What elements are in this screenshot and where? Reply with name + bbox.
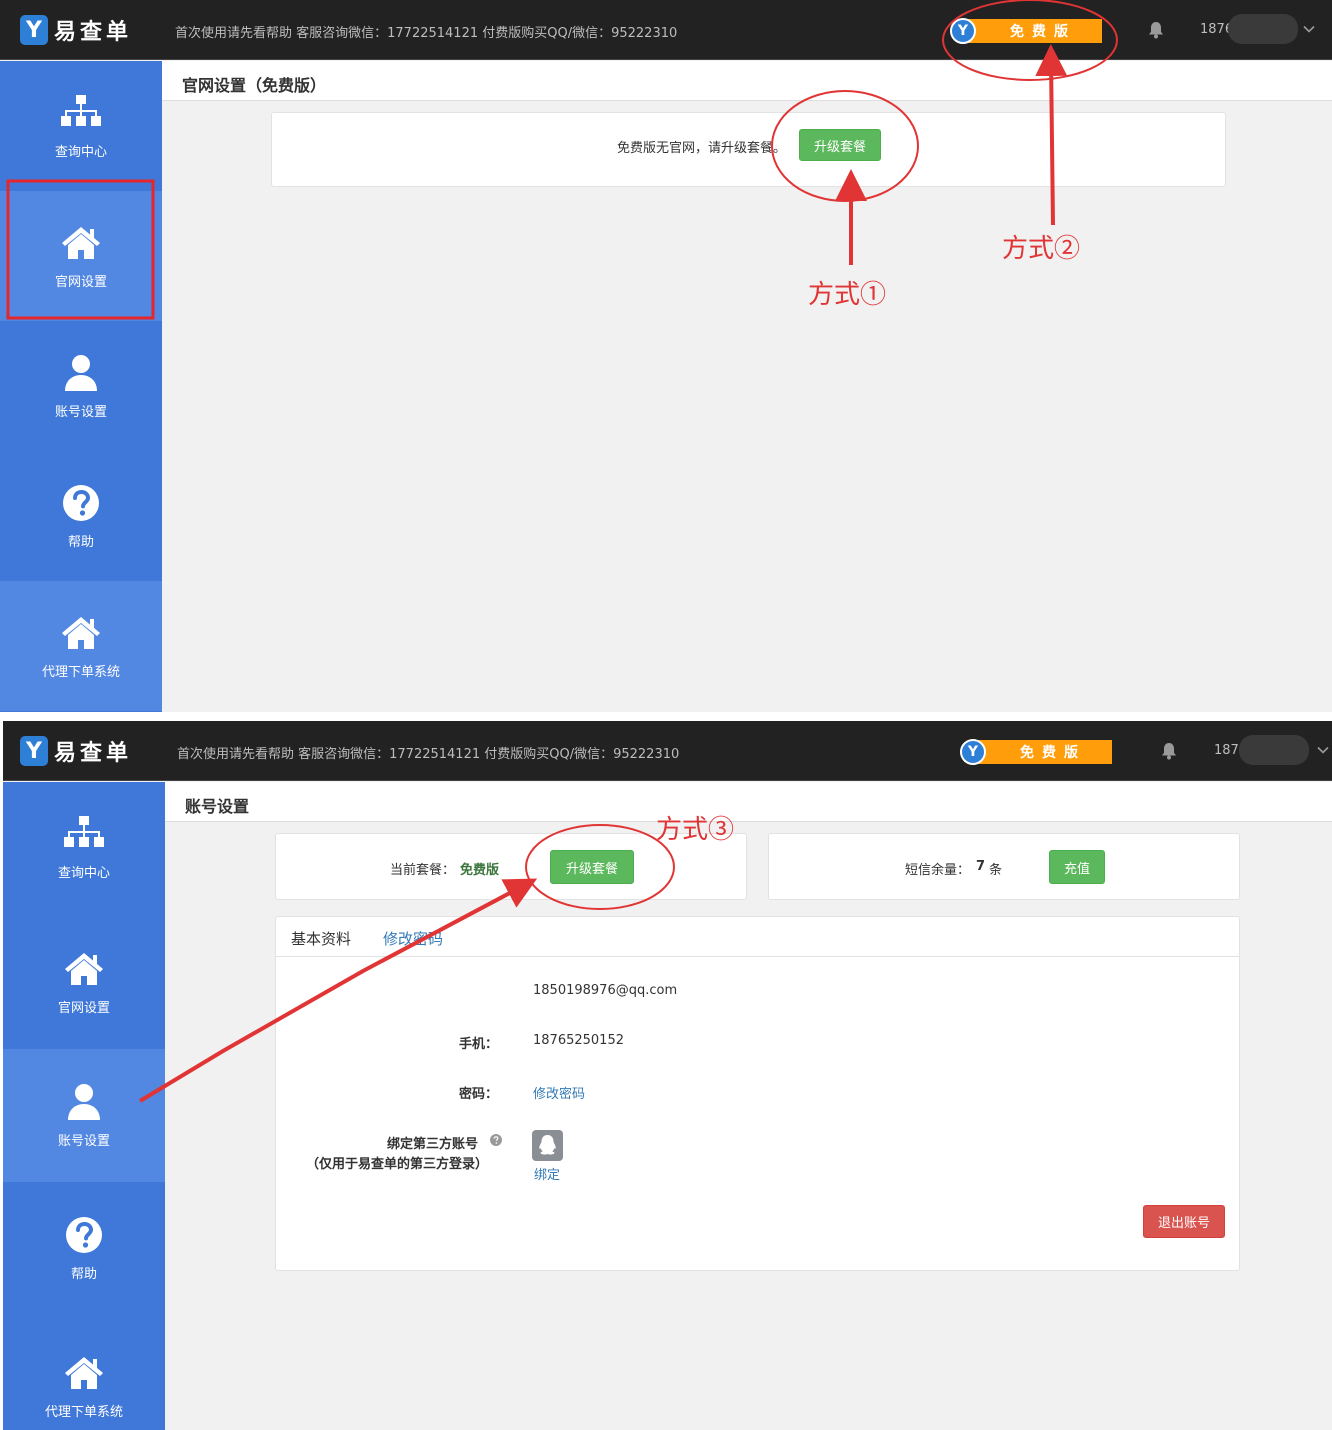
recharge-button[interactable]: 充值 [1049, 850, 1105, 884]
sidebar-item-query-center[interactable]: 查询中心 [3, 782, 165, 912]
plan-badge-logo-icon: Y [960, 739, 986, 765]
logo-icon: Y [20, 736, 48, 766]
sms-balance-label: 短信余量： [905, 863, 971, 878]
sidebar: 查询中心 官网设置 账号设置 帮助 代理下单系统 [3, 782, 165, 1430]
help-circle-icon[interactable] [490, 1134, 502, 1146]
annotation-method-1: 方式① [808, 280, 887, 310]
home-icon [62, 226, 100, 259]
sms-balance-unit: 条 [989, 863, 1003, 878]
sidebar-item-site-settings[interactable]: 官网设置 [3, 917, 165, 1047]
sitemap-icon [64, 815, 104, 847]
brand-logo[interactable]: Y 易查单 [20, 14, 132, 46]
question-circle-icon [63, 484, 99, 521]
qq-icon[interactable] [532, 1130, 563, 1161]
sidebar-item-label: 官网设置 [57, 1000, 110, 1016]
sidebar-item-agent-order-system[interactable]: 代理下单系统 [0, 581, 162, 711]
page-header: 官网设置（免费版） [162, 61, 1332, 101]
logout-button[interactable]: 退出账号 [1143, 1205, 1225, 1238]
sidebar-item-label: 帮助 [67, 534, 94, 550]
annotation-method-3: 方式③ [656, 815, 735, 845]
chevron-down-icon[interactable] [1316, 743, 1330, 757]
sidebar-item-account-settings[interactable]: 账号设置 [0, 321, 162, 451]
annotation-method-2: 方式② [1002, 234, 1081, 264]
page-title: 官网设置（免费版） [182, 76, 327, 95]
sidebar-item-label: 查询中心 [57, 865, 110, 881]
sidebar-item-label: 账号设置 [57, 1134, 110, 1149]
question-circle-icon [66, 1217, 102, 1253]
sidebar-item-help[interactable]: 帮助 [3, 1182, 165, 1315]
brand-name: 易查单 [54, 741, 133, 766]
screenshot-site-settings: Y 易查单 首次使用请先看帮助 客服咨询微信：17722514121 付费版购买… [0, 0, 1332, 712]
home-icon [65, 952, 103, 985]
bell-icon[interactable] [1146, 20, 1166, 40]
bind-qq-link[interactable]: 绑定 [534, 1164, 560, 1183]
profile-tabs: 基本资料 修改密码 [276, 917, 1239, 957]
user-icon [65, 354, 97, 391]
plan-badge[interactable]: 免费版 Y [960, 739, 1112, 765]
bell-icon[interactable] [1159, 741, 1179, 761]
change-password-link[interactable]: 修改密码 [533, 1083, 585, 1102]
sidebar-item-label: 代理下单系统 [41, 664, 120, 680]
password-label: 密码： [459, 1087, 499, 1102]
screenshot-account-settings: Y 易查单 首次使用请先看帮助 客服咨询微信：17722514121 付费版购买… [3, 721, 1332, 1430]
site-settings-panel: 免费版无官网，请升级套餐。 升级套餐 [271, 112, 1226, 187]
upgrade-plan-button[interactable]: 升级套餐 [550, 850, 634, 884]
top-bar: Y 易查单 首次使用请先看帮助 客服咨询微信：17722514121 付费版购买… [3, 721, 1332, 781]
sms-balance-panel: 短信余量： 7 条 充值 [768, 833, 1240, 900]
current-plan-label: 当前套餐： [390, 863, 456, 878]
brand-name: 易查单 [54, 20, 133, 45]
bind-third-party-note: （仅用于易查单的第三方登录） [306, 1157, 489, 1172]
upgrade-plan-button[interactable]: 升级套餐 [799, 129, 881, 161]
sms-balance-count: 7 [976, 859, 986, 874]
sidebar-item-label: 官网设置 [54, 274, 107, 290]
user-phone[interactable]: 187 [1214, 743, 1239, 758]
phone-label: 手机： [459, 1037, 499, 1052]
annotation-overlay [6, 0, 1118, 320]
sidebar-item-site-settings[interactable]: 官网设置 [0, 191, 162, 321]
current-plan-value: 免费版 [460, 863, 500, 878]
phone-value: 18765250152 [533, 1033, 624, 1048]
logo-icon: Y [20, 15, 48, 45]
chevron-down-icon[interactable] [1302, 22, 1316, 36]
no-site-message: 免费版无官网，请升级套餐。 [617, 141, 787, 156]
phone-redaction [1228, 14, 1298, 44]
plan-badge[interactable]: 免费版 Y [950, 18, 1102, 44]
header-notice: 首次使用请先看帮助 客服咨询微信：17722514121 付费版购买QQ/微信：… [177, 747, 680, 762]
bind-third-party-label: 绑定第三方账号 [387, 1137, 479, 1152]
sidebar-item-label: 账号设置 [54, 404, 107, 420]
page-title: 账号设置 [185, 797, 250, 816]
profile-panel: 基本资料 修改密码 1850198976@qq.com 手机： 18765250… [275, 916, 1240, 1271]
plan-badge-logo-icon: Y [950, 18, 976, 44]
sidebar-item-label: 帮助 [70, 1267, 97, 1282]
plan-badge-label: 免费版 [964, 19, 1102, 43]
plan-badge-label: 免费版 [974, 740, 1112, 764]
header-notice: 首次使用请先看帮助 客服咨询微信：17722514121 付费版购买QQ/微信：… [175, 26, 678, 41]
user-icon [68, 1084, 100, 1120]
home-icon [62, 616, 100, 649]
sitemap-icon [61, 94, 101, 126]
sidebar-item-agent-order-system[interactable]: 代理下单系统 [3, 1322, 165, 1430]
top-bar: Y 易查单 首次使用请先看帮助 客服咨询微信：17722514121 付费版购买… [0, 0, 1332, 60]
sidebar-item-query-center[interactable]: 查询中心 [0, 61, 162, 191]
brand-logo[interactable]: Y 易查单 [20, 735, 132, 767]
tab-change-password[interactable]: 修改密码 [383, 928, 443, 949]
tab-basic-info[interactable]: 基本资料 [291, 928, 351, 949]
home-icon [65, 1356, 103, 1389]
email-value: 1850198976@qq.com [533, 983, 678, 998]
phone-redaction [1239, 735, 1309, 765]
sidebar-item-label: 查询中心 [54, 144, 107, 160]
sidebar-item-label: 代理下单系统 [44, 1404, 123, 1420]
sidebar-item-account-settings[interactable]: 账号设置 [3, 1049, 165, 1182]
sidebar-item-help[interactable]: 帮助 [0, 451, 162, 581]
sidebar: 查询中心 官网设置 账号设置 帮助 代理下单系统 [0, 61, 162, 712]
page-header: 账号设置 [165, 782, 1332, 822]
